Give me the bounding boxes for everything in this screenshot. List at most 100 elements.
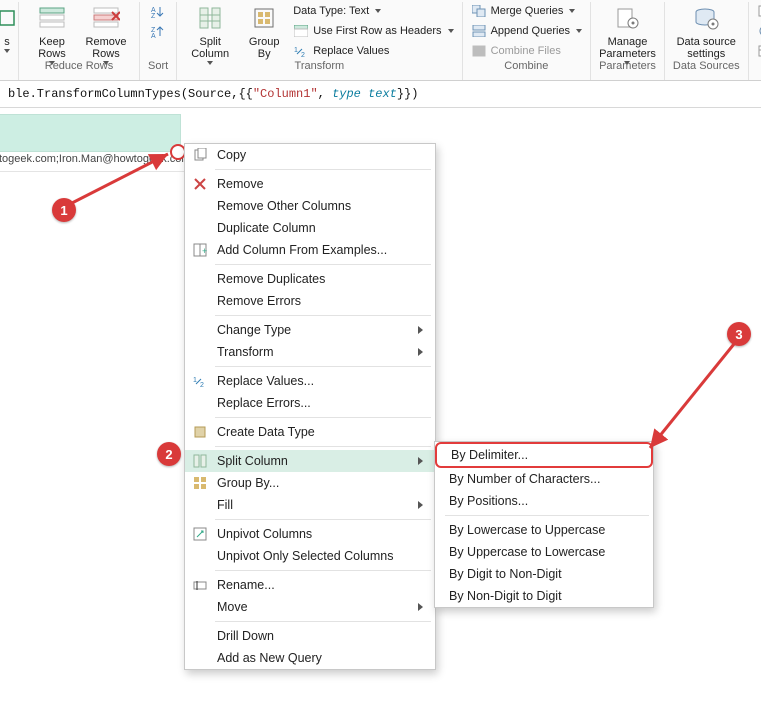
svg-text:2: 2: [200, 382, 204, 387]
svg-text:A: A: [151, 33, 156, 38]
split-column-button[interactable]: Split Column: [185, 2, 235, 65]
submenu-by-num-chars[interactable]: By Number of Characters...: [435, 468, 653, 490]
submenu-arrow-icon: [418, 501, 423, 509]
menu-replace-values[interactable]: 12Replace Values...: [185, 370, 435, 392]
menu-remove-errors[interactable]: Remove Errors: [185, 290, 435, 312]
group-by-icon: [191, 475, 209, 491]
group-parameters: Manage Parameters Parameters: [591, 2, 665, 80]
menu-remove-other[interactable]: Remove Other Columns: [185, 195, 435, 217]
merge-queries-button[interactable]: Merge Queries: [471, 2, 583, 20]
svg-text:Z: Z: [151, 13, 156, 18]
menu-move[interactable]: Move: [185, 596, 435, 618]
submenu-upper-to-lower[interactable]: By Uppercase to Lowercase: [435, 541, 653, 563]
keep-rows-button[interactable]: Keep Rows: [27, 2, 77, 65]
group-transform: Split Column Group By Data Type: Text Us…: [177, 2, 462, 80]
column-header[interactable]: [0, 114, 181, 152]
svg-text:+: +: [202, 246, 207, 256]
menu-unpivot[interactable]: Unpivot Columns: [185, 523, 435, 545]
menu-split-column[interactable]: Split Column: [185, 450, 435, 472]
replace-values-button[interactable]: 12 Replace Values: [293, 42, 453, 60]
menu-add-from-examples[interactable]: +Add Column From Examples...: [185, 239, 435, 261]
formula-bar[interactable]: ble.TransformColumnTypes(Source,{{"Colum…: [0, 81, 761, 108]
unpivot-icon: [191, 526, 209, 542]
chevron-down-icon: [375, 9, 381, 13]
submenu-by-positions[interactable]: By Positions...: [435, 490, 653, 512]
menu-copy[interactable]: Copy: [185, 144, 435, 166]
chevron-down-icon: [569, 9, 575, 13]
remove-icon: [191, 176, 209, 192]
split-column-submenu: By Delimiter... By Number of Characters.…: [434, 441, 654, 608]
enter-data-button[interactable]: Ent: [757, 42, 761, 60]
stub-button[interactable]: s: [0, 2, 14, 53]
group-combine: Merge Queries Append Queries Combine Fil…: [463, 2, 592, 80]
remove-rows-button[interactable]: Remove Rows: [81, 2, 131, 65]
menu-fill[interactable]: Fill: [185, 494, 435, 516]
submenu-digit-to-non[interactable]: By Digit to Non-Digit: [435, 563, 653, 585]
menu-create-data-type[interactable]: Create Data Type: [185, 421, 435, 443]
group-new-query: Nev Rec Ent Ne: [749, 2, 761, 80]
recent-sources-button[interactable]: Rec: [757, 22, 761, 40]
append-queries-button[interactable]: Append Queries: [471, 22, 583, 40]
menu-rename[interactable]: Rename...: [185, 574, 435, 596]
menu-transform[interactable]: Transform: [185, 341, 435, 363]
rename-icon: [191, 577, 209, 593]
submenu-by-delimiter[interactable]: By Delimiter...: [435, 442, 653, 468]
menu-duplicate[interactable]: Duplicate Column: [185, 217, 435, 239]
recent-icon: [757, 23, 761, 39]
sort-desc-button[interactable]: ZA: [150, 22, 166, 40]
group-by-button[interactable]: Group By: [239, 2, 289, 60]
chevron-down-icon: [576, 29, 582, 33]
copy-icon: [191, 147, 209, 163]
submenu-arrow-icon: [418, 457, 423, 465]
group-label: Parameters: [599, 60, 656, 72]
remove-rows-icon: [90, 2, 122, 34]
ribbon: s Keep Rows Remove Rows Reduce Rows: [0, 0, 761, 81]
menu-remove[interactable]: Remove: [185, 173, 435, 195]
data-type-icon: [191, 424, 209, 440]
menu-unpivot-selected[interactable]: Unpivot Only Selected Columns: [185, 545, 435, 567]
manage-parameters-button[interactable]: Manage Parameters: [602, 2, 652, 65]
combine-files-icon: [471, 43, 487, 59]
replace-values-icon: 12: [293, 43, 309, 59]
group-label: Transform: [295, 60, 345, 72]
submenu-lower-to-upper[interactable]: By Lowercase to Uppercase: [435, 519, 653, 541]
menu-group-by[interactable]: Group By...: [185, 472, 435, 494]
submenu-arrow-icon: [418, 326, 423, 334]
append-icon: [471, 23, 487, 39]
merge-icon: [471, 3, 487, 19]
callout-1: 1: [52, 198, 76, 222]
keep-rows-icon: [36, 2, 68, 34]
submenu-non-to-digit[interactable]: By Non-Digit to Digit: [435, 585, 653, 607]
group-by-icon: [248, 2, 280, 34]
context-menu: Copy Remove Remove Other Columns Duplica…: [184, 143, 436, 670]
group-reduce-rows: Keep Rows Remove Rows Reduce Rows: [19, 2, 140, 80]
parameters-icon: [611, 2, 643, 34]
callout-2: 2: [157, 442, 181, 466]
enter-data-icon: [757, 43, 761, 59]
group-sort: AZ ZA Sort: [140, 2, 177, 80]
menu-remove-duplicates[interactable]: Remove Duplicates: [185, 268, 435, 290]
menu-drill-down[interactable]: Drill Down: [185, 625, 435, 647]
first-row-headers-button[interactable]: Use First Row as Headers: [293, 22, 453, 40]
add-column-icon: +: [191, 242, 209, 258]
menu-change-type[interactable]: Change Type: [185, 319, 435, 341]
new-source-button[interactable]: Nev: [757, 2, 761, 20]
table-header-icon: [293, 23, 309, 39]
data-source-icon: [690, 2, 722, 34]
data-type-selector[interactable]: Data Type: Text: [293, 2, 453, 20]
data-source-settings-button[interactable]: Data source settings: [681, 2, 731, 60]
group-label: Sort: [148, 60, 168, 72]
menu-add-new-query[interactable]: Add as New Query: [185, 647, 435, 669]
submenu-arrow-icon: [418, 348, 423, 356]
callout-3: 3: [727, 322, 751, 346]
replace-values-icon: 12: [191, 373, 209, 389]
submenu-arrow-icon: [418, 603, 423, 611]
group-label: Combine: [504, 60, 548, 72]
data-grid-area: togeek.com;Iron.Man@howtogeek.com 1 Copy…: [0, 108, 761, 172]
new-source-icon: [757, 3, 761, 19]
sort-desc-icon: ZA: [150, 23, 166, 39]
sort-asc-button[interactable]: AZ: [150, 2, 166, 20]
menu-replace-errors[interactable]: Replace Errors...: [185, 392, 435, 414]
combine-files-button: Combine Files: [471, 42, 583, 60]
group-data-sources: Data source settings Data Sources: [665, 2, 749, 80]
